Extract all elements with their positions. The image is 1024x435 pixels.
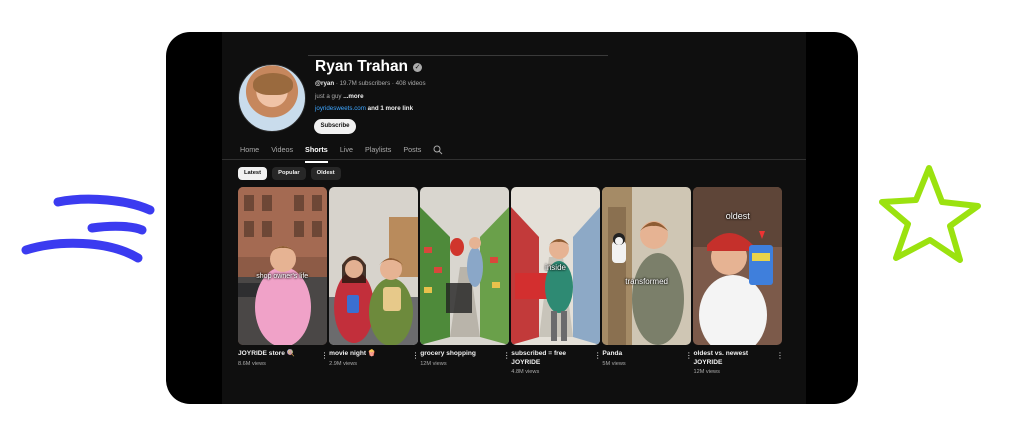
decorative-star-icon — [879, 165, 981, 263]
short-card[interactable]: inside subscribed = free JOYRIDE 4.8M vi… — [511, 187, 602, 375]
short-title[interactable]: JOYRIDE store 🍭 — [238, 350, 327, 359]
short-thumbnail[interactable]: transformed — [602, 187, 691, 345]
tab-playlists[interactable]: Playlists — [365, 145, 391, 163]
short-title[interactable]: Panda — [602, 350, 691, 359]
short-overlay-text: shop owner's life — [256, 273, 309, 280]
short-card[interactable]: shop owner's life JOYRIDE store 🍭 8.6M v… — [238, 187, 329, 375]
short-views: 2.9M views — [329, 360, 358, 367]
verified-check-icon: ✓ — [413, 62, 423, 72]
short-views: 12M views — [420, 360, 447, 367]
tabs-divider — [222, 159, 806, 160]
short-overlay-text: oldest — [725, 211, 750, 221]
more-options-icon[interactable]: ⋮ — [412, 351, 420, 361]
channel-tabs: Home Videos Shorts Live Playlists Posts — [240, 145, 433, 163]
channel-avatar[interactable] — [238, 64, 306, 132]
more-options-icon[interactable]: ⋮ — [776, 351, 784, 361]
search-icon[interactable] — [433, 145, 443, 155]
tab-shorts[interactable]: Shorts — [305, 145, 328, 163]
website-link[interactable]: joyridesweets.com — [315, 105, 366, 112]
shorts-grid: shop owner's life JOYRIDE store 🍭 8.6M v… — [238, 187, 784, 375]
channel-description[interactable]: just a guy ...more — [315, 93, 364, 100]
chip-oldest[interactable]: Oldest — [310, 167, 341, 180]
short-card[interactable]: oldest oldest vs. newest JOYRIDE 12M vie… — [693, 187, 784, 375]
short-title[interactable]: subscribed = free JOYRIDE — [511, 350, 600, 367]
subscribe-button[interactable]: Subscribe — [314, 119, 356, 134]
more-options-icon[interactable]: ⋮ — [321, 351, 329, 361]
short-thumbnail[interactable]: oldest — [693, 187, 782, 345]
channel-links: joyridesweets.com and 1 more link — [315, 105, 413, 112]
short-card[interactable]: grocery shopping 12M views ⋮ — [420, 187, 511, 375]
youtube-channel-page: Ryan Trahan ✓ @ryan · 19.7M subscribers … — [222, 32, 806, 404]
decorative-swoosh-lines-icon — [21, 194, 155, 263]
channel-name: Ryan Trahan ✓ — [315, 58, 423, 75]
short-thumbnail[interactable] — [329, 187, 418, 345]
short-overlay-text: transformed — [625, 277, 668, 286]
short-title[interactable]: movie night 🍿 — [329, 350, 418, 359]
channel-stats: · 19.7M subscribers · 408 videos — [334, 80, 426, 87]
more-options-icon[interactable]: ⋮ — [685, 351, 693, 361]
short-thumbnail[interactable] — [420, 187, 509, 345]
tab-home[interactable]: Home — [240, 145, 259, 163]
short-views: 4.8M views — [511, 369, 540, 375]
chip-popular[interactable]: Popular — [272, 167, 306, 180]
short-views: 12M views — [693, 369, 720, 375]
short-title[interactable]: grocery shopping — [420, 350, 509, 359]
channel-meta: @ryan · 19.7M subscribers · 408 videos — [315, 80, 426, 87]
tab-posts[interactable]: Posts — [403, 145, 421, 163]
short-card[interactable]: movie night 🍿 2.9M views ⋮ — [329, 187, 420, 375]
short-card[interactable]: transformed Panda 5M views ⋮ — [602, 187, 693, 375]
more-link[interactable]: ...more — [343, 93, 363, 100]
tab-videos[interactable]: Videos — [271, 145, 293, 163]
more-links-link[interactable]: and 1 more link — [366, 105, 413, 112]
short-thumbnail[interactable]: inside — [511, 187, 600, 345]
header-divider — [308, 55, 608, 56]
short-title[interactable]: oldest vs. newest JOYRIDE — [693, 350, 782, 367]
more-options-icon[interactable]: ⋮ — [594, 351, 602, 361]
short-views: 5M views — [602, 360, 626, 367]
short-views: 8.6M views — [238, 360, 266, 367]
short-thumbnail[interactable]: shop owner's life — [238, 187, 327, 345]
short-overlay-text: inside — [545, 263, 566, 272]
tab-live[interactable]: Live — [340, 145, 353, 163]
chip-latest[interactable]: Latest — [238, 167, 268, 180]
sort-chips: Latest Popular Oldest — [238, 167, 341, 180]
channel-handle: @ryan — [315, 80, 335, 87]
more-options-icon[interactable]: ⋮ — [503, 351, 511, 361]
tablet-frame: Ryan Trahan ✓ @ryan · 19.7M subscribers … — [166, 32, 858, 404]
